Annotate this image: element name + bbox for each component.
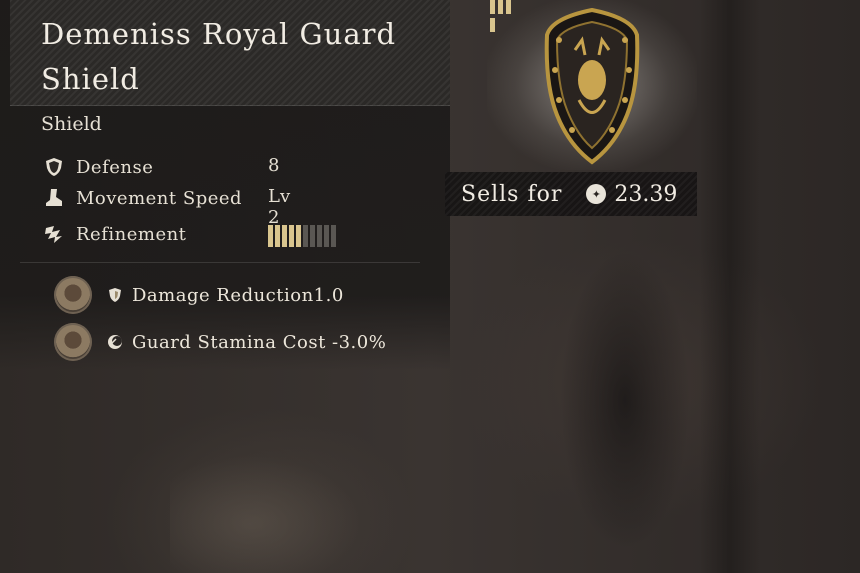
stat-label: Defense [76, 156, 154, 178]
sell-price-bar: Sells for ✦ 23.39 [445, 172, 697, 216]
stat-label: Movement Speed [76, 187, 243, 209]
background-pillar [700, 0, 760, 573]
refinement-segment [282, 225, 287, 247]
background-figure [560, 250, 690, 550]
coin-icon: ✦ [586, 184, 607, 204]
medallion-icon [54, 323, 92, 361]
divider [20, 262, 420, 263]
sell-value: 23.39 [614, 181, 678, 207]
stat-refinement: Refinement [43, 222, 336, 247]
rarity-marker [490, 0, 511, 32]
refinement-segment [317, 225, 322, 247]
stat-label: Refinement [76, 223, 187, 245]
stat-value: 8 [268, 155, 280, 176]
refinement-segment [331, 225, 336, 247]
item-title-banner: Demeniss Royal Guard Shield [10, 0, 450, 106]
stat-defense: Defense 8 [43, 155, 279, 179]
refinement-segment [268, 225, 273, 247]
effect-text: Guard Stamina Cost -3.0% [132, 331, 387, 353]
stat-value: Lv 2 [268, 186, 291, 228]
refinement-gauge [268, 225, 336, 247]
medallion-icon [54, 276, 92, 314]
refinement-segment [289, 225, 294, 247]
item-tooltip-panel: Demeniss Royal Guard Shield Shield Defen… [0, 0, 450, 370]
refinement-segment [296, 225, 301, 247]
effect-guard-stamina-cost: Guard Stamina Cost -3.0% [54, 322, 386, 362]
crest-shield-icon [544, 7, 640, 165]
sell-label: Sells for [461, 181, 563, 207]
effect-text: Damage Reduction1.0 [132, 284, 344, 306]
item-type: Shield [41, 113, 102, 135]
shield-small-icon [106, 286, 124, 304]
effect-damage-reduction: Damage Reduction1.0 [54, 275, 344, 315]
item-name: Demeniss Royal Guard Shield [41, 17, 397, 96]
refinement-segment [310, 225, 315, 247]
stat-movement-speed: Movement Speed Lv 2 [43, 186, 290, 228]
stamina-icon [106, 333, 124, 351]
refinement-segment [303, 225, 308, 247]
background-floor [170, 450, 370, 573]
refinement-segment [324, 225, 329, 247]
item-art [487, 0, 697, 170]
boot-icon [43, 187, 65, 209]
shield-icon [43, 156, 65, 178]
refinement-icon [43, 223, 65, 245]
refinement-segment [275, 225, 280, 247]
